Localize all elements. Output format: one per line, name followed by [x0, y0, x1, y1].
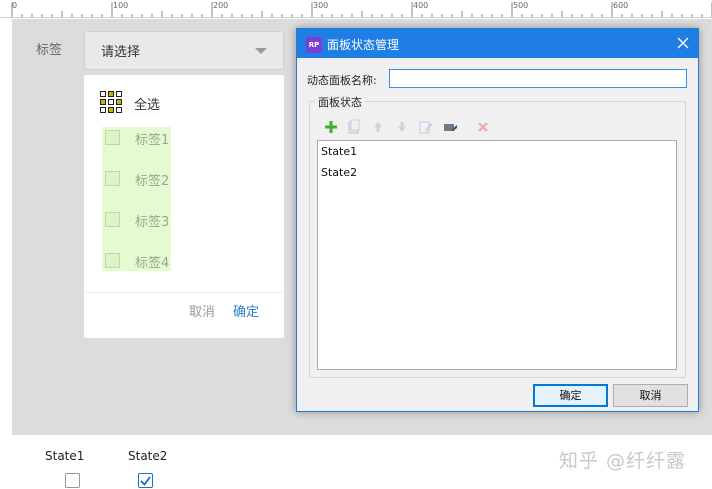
edit-state-button[interactable]	[418, 119, 434, 135]
option-label: 标签4	[135, 256, 170, 271]
panel-states-group-title: 面板状态	[315, 94, 365, 110]
option-label: 标签2	[135, 174, 170, 189]
close-icon	[677, 37, 689, 49]
checkmark-icon	[140, 476, 151, 486]
option-label: 标签1	[135, 133, 170, 148]
delete-state-button[interactable]	[475, 119, 491, 135]
panel-cancel-button[interactable]: 取消	[189, 301, 215, 320]
edit-icon	[419, 121, 433, 134]
panel-name-input[interactable]	[389, 69, 687, 88]
duplicate-state-button[interactable]	[346, 119, 362, 135]
state2-label: State2	[128, 449, 168, 463]
move-down-button[interactable]	[394, 119, 410, 135]
panel-confirm-button[interactable]: 确定	[233, 301, 259, 320]
axure-rp-icon: RP	[306, 37, 322, 53]
divider	[84, 292, 284, 293]
close-button[interactable]	[668, 29, 698, 58]
panel-state-manager-dialog: RP 面板状态管理 动态面板名称: 面板状态 State1 State2 确定 …	[296, 28, 699, 412]
horizontal-ruler: 0 100 200 300 400 500 600	[0, 0, 712, 18]
option-label: 标签3	[135, 215, 170, 230]
state1-checkbox[interactable]	[65, 473, 80, 488]
ruler-label: 500	[513, 1, 529, 10]
select-placeholder: 请选择	[101, 45, 141, 60]
state-list-item[interactable]: State2	[321, 166, 357, 179]
state2-checkbox[interactable]	[138, 473, 153, 488]
edit-all-icon	[444, 124, 457, 131]
ruler-label: 600	[613, 1, 629, 10]
move-down-icon	[398, 122, 406, 132]
ruler-label: 200	[213, 1, 229, 10]
panel-name-label: 动态面板名称:	[307, 74, 377, 87]
edit-all-states-button[interactable]	[442, 119, 458, 135]
dialog-cancel-button[interactable]: 取消	[613, 384, 688, 407]
checkbox[interactable]	[105, 212, 120, 227]
move-up-icon	[374, 122, 382, 132]
state1-label: State1	[45, 449, 85, 463]
option-tag-4[interactable]: 标签4	[102, 250, 171, 272]
select-all-label[interactable]: 全选	[134, 94, 160, 113]
state-list-item[interactable]: State1	[321, 145, 357, 158]
add-state-button[interactable]	[323, 119, 339, 135]
chevron-down-icon	[255, 48, 267, 54]
option-tag-2[interactable]: 标签2	[102, 168, 171, 190]
dialog-ok-button[interactable]: 确定	[533, 384, 608, 407]
tag-field-label: 标签	[36, 43, 63, 58]
tag-options-panel: 全选 标签1 标签2 标签3 标签4 取消 确定	[84, 75, 284, 338]
select-all-icon[interactable]	[100, 91, 122, 113]
duplicate-icon	[348, 119, 360, 134]
ruler-label: 400	[413, 1, 429, 10]
ruler-label: 0	[12, 1, 18, 10]
ruler-label: 300	[313, 1, 329, 10]
state-list[interactable]: State1 State2	[317, 140, 677, 370]
ruler-ticks	[11, 2, 712, 17]
dialog-titlebar[interactable]: RP 面板状态管理	[297, 29, 698, 58]
add-icon	[325, 121, 337, 133]
option-tag-3[interactable]: 标签3	[102, 209, 171, 231]
ruler-label: 100	[113, 1, 129, 10]
watermark-text: 知乎 @纤纤露	[559, 450, 687, 472]
delete-icon	[478, 122, 488, 132]
dialog-title: 面板状态管理	[327, 38, 400, 52]
checkbox[interactable]	[105, 171, 120, 186]
tag-select-dropdown[interactable]: 请选择	[84, 31, 284, 70]
checkbox[interactable]	[105, 130, 120, 145]
move-up-button[interactable]	[370, 119, 386, 135]
option-tag-1[interactable]: 标签1	[102, 127, 171, 149]
checkbox[interactable]	[105, 253, 120, 268]
